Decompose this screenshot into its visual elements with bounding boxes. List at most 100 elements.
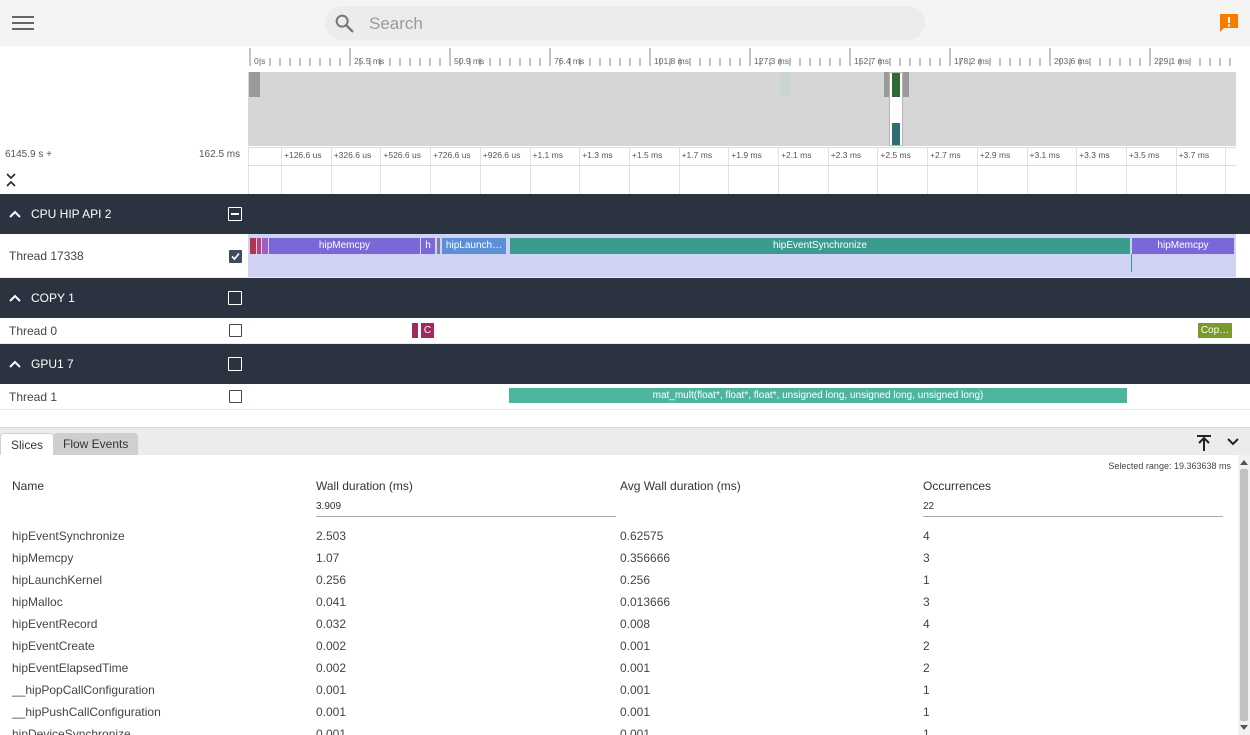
collapse-all-icon[interactable]: [4, 172, 18, 188]
slice-small[interactable]: [412, 323, 418, 338]
group-select-checkbox[interactable]: [228, 357, 242, 371]
slices-table-panel: Selected range: 19.363638 ms Name Wall d…: [0, 455, 1250, 735]
column-header-wall-duration[interactable]: Wall duration (ms): [316, 479, 413, 493]
timeline-tick-label: +1.3 ms: [582, 150, 613, 160]
cell-name: hipEventRecord: [12, 617, 98, 631]
overview-marker: [249, 72, 260, 97]
track-group-gpu[interactable]: GPU1 7: [0, 344, 1250, 384]
cell-wall: 0.041: [316, 595, 347, 609]
cell-occ: 4: [923, 617, 930, 631]
chevron-up-icon[interactable]: [9, 359, 21, 369]
timeline-tick-label: +2.3 ms: [830, 150, 862, 160]
column-header-occurrences[interactable]: Occurrences: [923, 479, 991, 493]
chevron-up-icon[interactable]: [9, 293, 21, 303]
timeline-tick-label: +326.6 us: [333, 150, 372, 160]
cell-wall: 0.001: [316, 705, 347, 719]
slice-hiplaunchkernel[interactable]: hipLaunch…: [442, 238, 506, 254]
cell-occ: 3: [923, 595, 930, 609]
cell-name: hipEventCreate: [12, 639, 95, 653]
top-bar: [0, 0, 1250, 46]
overview-marker: [780, 72, 790, 97]
slice-copy-end[interactable]: Cop…: [1198, 323, 1232, 338]
scroll-down-icon[interactable]: [1240, 724, 1248, 732]
timeline-tick-label: +926.6 us: [482, 150, 521, 160]
table-row[interactable]: __hipPopCallConfiguration 0.001 0.001 1: [0, 680, 1236, 702]
cell-occ: 1: [923, 573, 930, 587]
overview-tick-label: 203.6 ms: [1054, 56, 1089, 66]
divider: [248, 165, 1236, 166]
table-row[interactable]: __hipPushCallConfiguration 0.001 0.001 1: [0, 702, 1236, 724]
cell-avg: 0.001: [620, 705, 651, 719]
slice-small[interactable]: [1131, 254, 1132, 272]
table-row[interactable]: hipMemcpy 1.07 0.356666 3: [0, 548, 1236, 570]
visible-time-span: 162.5 ms: [199, 149, 241, 160]
overview-marker: [892, 123, 900, 145]
slice-hipmemcpy-2[interactable]: hipMemcpy: [1132, 238, 1234, 254]
table-row[interactable]: hipEventRecord 0.032 0.008 4: [0, 614, 1236, 636]
overview-viewport-window[interactable]: [889, 72, 903, 146]
track-thread-0[interactable]: Thread 0 C Cop…: [0, 318, 1250, 344]
cell-name: hipEventElapsedTime: [12, 661, 129, 675]
chevron-up-icon[interactable]: [9, 209, 21, 219]
track-group-copy[interactable]: COPY 1: [0, 278, 1250, 318]
cell-occ: 1: [923, 727, 930, 735]
overview-left-gutter: [0, 46, 248, 146]
cell-occ: 2: [923, 661, 930, 675]
timeline-tick-label: +1.7 ms: [681, 150, 713, 160]
cell-occ: 1: [923, 705, 930, 719]
slice-hipeventsynchronize[interactable]: hipEventSynchronize: [510, 238, 1130, 254]
table-row[interactable]: hipEventElapsedTime 0.002 0.001 2: [0, 658, 1236, 680]
cell-name: hipDeviceSynchronize: [12, 727, 131, 735]
slice-small[interactable]: [257, 238, 261, 254]
track-thread-17338[interactable]: Thread 17338 hipMemcpy h hipLaunch… hipE…: [0, 234, 1250, 278]
alert-icon[interactable]: [1219, 13, 1239, 33]
timeline-tick-label: +2.7 ms: [930, 150, 961, 160]
cell-wall: 1.07: [316, 551, 340, 565]
chevron-down-icon[interactable]: [1227, 437, 1239, 447]
table-row[interactable]: hipEventCreate 0.002 0.001 2: [0, 636, 1236, 658]
table-row[interactable]: hipLaunchKernel 0.256 0.256 1: [0, 570, 1236, 592]
slice-small[interactable]: [262, 238, 268, 254]
pin-to-top-icon[interactable]: [1196, 434, 1212, 452]
slice-copy[interactable]: C: [421, 323, 434, 338]
overview-tick-label: 50.9 ms: [454, 56, 485, 66]
track-group-title: GPU1 7: [31, 357, 74, 371]
track-thread-1[interactable]: Thread 1 mat_mult(float*, float*, float*…: [0, 384, 1250, 410]
thread-label: Thread 17338: [9, 249, 84, 263]
overview-minimap[interactable]: [248, 72, 1236, 146]
divider: [316, 516, 616, 517]
column-header-name[interactable]: Name: [12, 479, 44, 493]
thread-select-checkbox[interactable]: [229, 324, 242, 337]
slice-small[interactable]: [250, 238, 256, 254]
overview-tick-label: 178.2 ms: [954, 56, 989, 66]
timeline-tick-label: +1.1 ms: [532, 150, 563, 160]
timeline-tick-label: +2.1 ms: [781, 150, 812, 160]
thread-select-checkbox[interactable]: [229, 390, 242, 403]
scroll-up-icon[interactable]: [1240, 458, 1248, 466]
cell-wall: 0.002: [316, 639, 347, 653]
table-row[interactable]: hipEventSynchronize 2.503 0.62575 4: [0, 526, 1236, 548]
search-input[interactable]: [367, 10, 911, 38]
overview-tick-label: 0 s: [254, 56, 266, 66]
slice-mat-mult-kernel[interactable]: mat_mult(float*, float*, float*, unsigne…: [509, 388, 1127, 403]
column-header-avg-wall-duration[interactable]: Avg Wall duration (ms): [620, 479, 741, 493]
cell-name: __hipPushCallConfiguration: [12, 705, 161, 719]
table-row[interactable]: hipMalloc 0.041 0.013666 3: [0, 592, 1236, 614]
tab-slices[interactable]: Slices: [0, 433, 55, 456]
track-group-cpu[interactable]: CPU HIP API 2: [0, 194, 1250, 234]
slice-small[interactable]: [437, 238, 440, 254]
tab-flow-events[interactable]: Flow Events: [53, 433, 139, 455]
menu-icon[interactable]: [12, 15, 34, 31]
panel-scrollbar[interactable]: [1238, 455, 1250, 735]
slice-h[interactable]: h: [421, 238, 435, 254]
group-select-checkbox[interactable]: [228, 291, 242, 305]
group-select-checkbox-partial[interactable]: [228, 207, 242, 221]
thread-select-checkbox[interactable]: [229, 250, 242, 263]
slice-hipmemcpy[interactable]: hipMemcpy: [269, 238, 420, 254]
scrollbar-thumb[interactable]: [1240, 469, 1248, 721]
overview-marker: [892, 73, 900, 97]
selected-range: Selected range: 19.363638 ms: [1108, 461, 1231, 471]
overview-marker: [903, 72, 909, 97]
search-icon: [335, 14, 354, 33]
table-row[interactable]: hipDeviceSynchronize 0.001 0.001 1: [0, 724, 1236, 735]
